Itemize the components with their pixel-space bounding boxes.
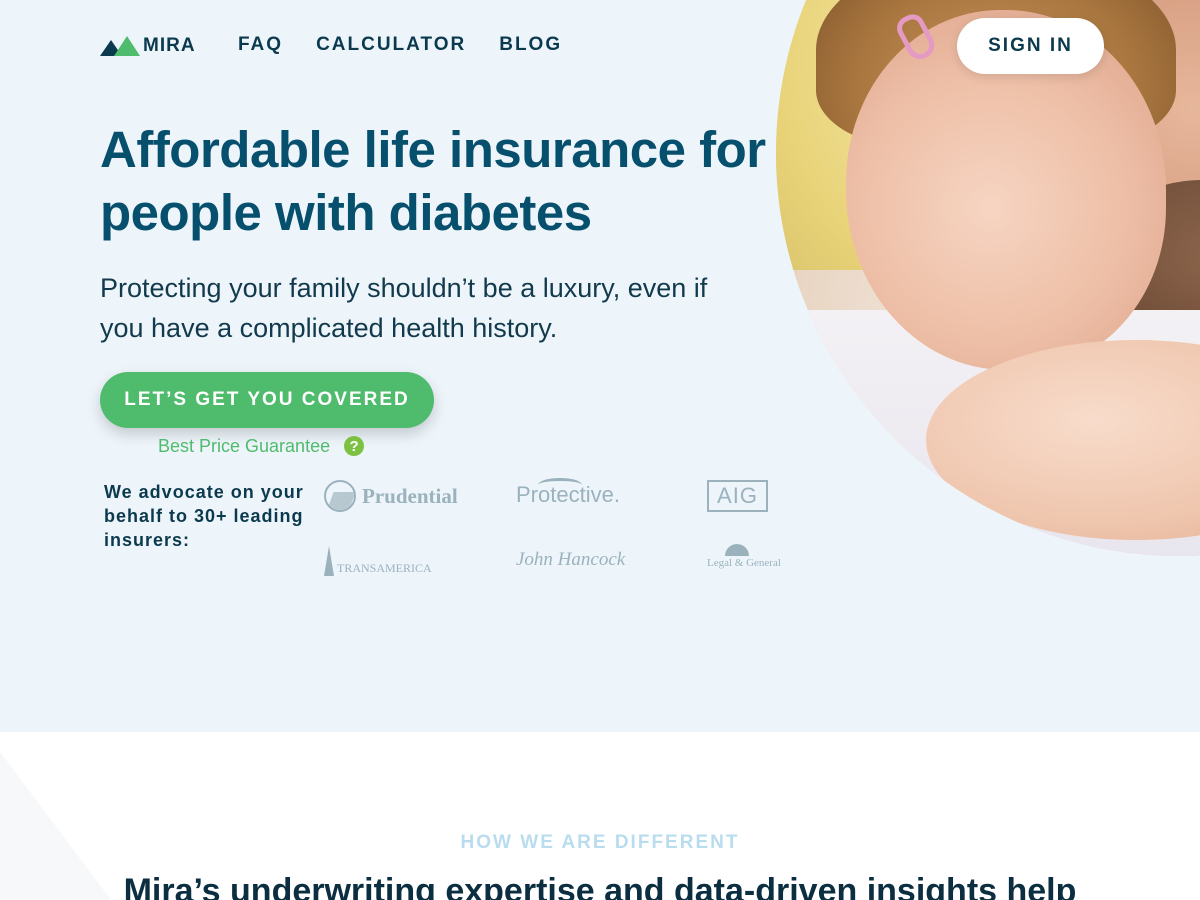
pyramid-icon [324, 546, 334, 576]
nav-faq[interactable]: FAQ [238, 34, 283, 56]
main-nav: FAQ CALCULATOR BLOG [238, 34, 562, 56]
john-hancock-logo: John Hancock [516, 544, 625, 576]
prudential-logo: Prudential [324, 480, 458, 512]
insurer-name: John Hancock [516, 549, 626, 570]
nav-blog[interactable]: BLOG [499, 34, 562, 56]
legal-general-logo: Legal & General [707, 544, 781, 569]
sign-in-button[interactable]: SIGN IN [957, 18, 1104, 74]
insurer-name: TRANSAMERICA [337, 561, 432, 575]
insurer-name: Prudential [362, 483, 458, 508]
section-label: HOW WE ARE DIFFERENT [460, 832, 740, 853]
aig-logo: AIG [707, 480, 768, 512]
mira-logo[interactable]: MIRA [100, 34, 196, 56]
advocate-text: We advocate on your behalf to 30+ leadin… [104, 482, 304, 550]
protective-logo: Protective. [516, 478, 620, 508]
mountain-logo-icon [100, 36, 140, 56]
hero-section: MIRA FAQ CALCULATOR BLOG SIGN IN Afforda… [0, 0, 1200, 732]
logo-text: MIRA [143, 35, 196, 56]
hero-title: Affordable life insurance for people wit… [100, 121, 766, 241]
insurer-name: Legal & General [707, 557, 781, 569]
transamerica-logo: TRANSAMERICA [324, 546, 432, 576]
umbrella-icon [725, 544, 749, 556]
section-title: Mira’s underwriting expertise and data-d… [123, 872, 1077, 900]
rock-icon [324, 480, 356, 512]
help-icon[interactable]: ? [344, 436, 365, 456]
arc-icon [538, 478, 582, 492]
best-price-guarantee: Best Price Guarantee ? [158, 434, 365, 458]
insurer-name: AIG [717, 483, 758, 508]
guarantee-label: Best Price Guarantee [158, 436, 331, 456]
get-covered-button[interactable]: LET’S GET YOU COVERED [100, 372, 434, 428]
hero-lead: Protecting your family shouldn’t be a lu… [100, 273, 708, 343]
hero-photo [776, 0, 1200, 556]
nav-calculator[interactable]: CALCULATOR [316, 34, 466, 56]
